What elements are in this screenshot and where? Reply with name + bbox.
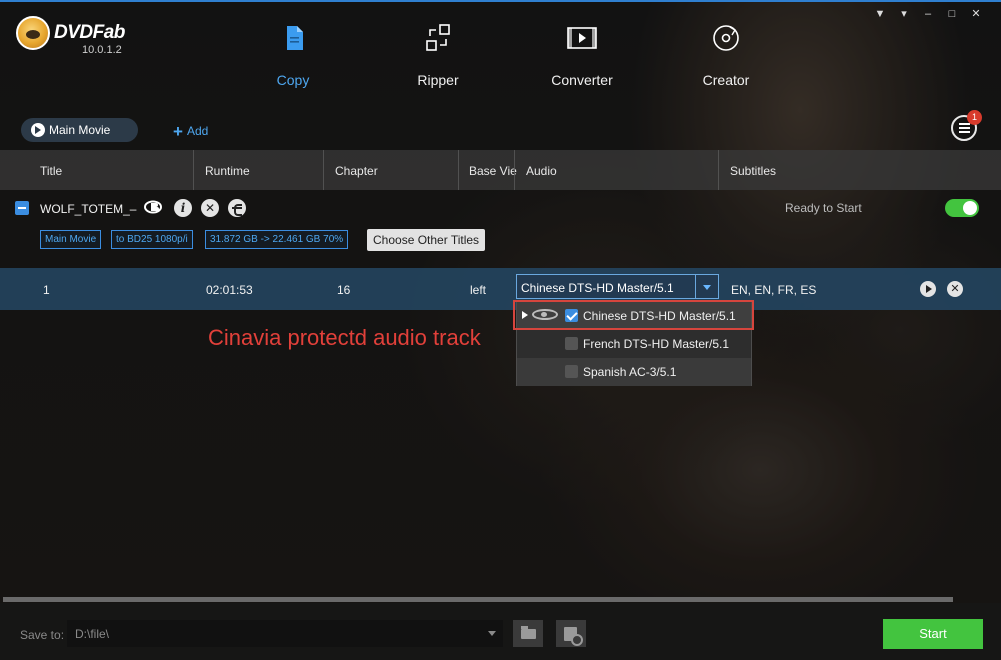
- save-path-input[interactable]: D:\file\: [67, 620, 503, 647]
- play-icon[interactable]: [920, 281, 936, 297]
- table-row[interactable]: 1 02:01:53 16 left EN, EN, FR, ES: [0, 268, 1001, 310]
- enable-toggle[interactable]: [945, 199, 979, 217]
- maximize-icon[interactable]: □: [946, 8, 958, 20]
- chevron-down-icon[interactable]: [695, 275, 718, 298]
- choose-other-titles-button[interactable]: Choose Other Titles: [367, 229, 486, 251]
- mode-tag[interactable]: Main Movie: [40, 230, 102, 249]
- nav-ripper[interactable]: Ripper: [383, 22, 493, 88]
- row-subtitles[interactable]: EN, EN, FR, ES: [731, 283, 816, 297]
- remove-row-icon[interactable]: ✕: [947, 281, 963, 297]
- column-base-view[interactable]: Base Vie: [469, 164, 517, 178]
- column-runtime[interactable]: Runtime: [205, 164, 250, 178]
- nav-creator[interactable]: Creator: [671, 22, 781, 88]
- main-movie-label: Main Movie: [49, 123, 111, 137]
- nav-creator-label: Creator: [702, 72, 750, 88]
- annotation-highlight-box: [513, 300, 754, 330]
- ripper-icon: [422, 22, 454, 54]
- save-iso-button[interactable]: [556, 620, 586, 647]
- window-top-border: [0, 0, 1001, 2]
- chevron-down-icon[interactable]: [488, 631, 496, 636]
- creator-icon: [710, 22, 742, 54]
- collapse-title-button[interactable]: [15, 201, 29, 215]
- table-header: Title Runtime Chapter Base Vie Audio Sub…: [0, 150, 1001, 190]
- audio-option-label: French DTS-HD Master/5.1: [583, 337, 730, 351]
- checkbox-icon[interactable]: [565, 365, 578, 378]
- nav-copy-label: Copy: [276, 72, 310, 88]
- output-tag[interactable]: to BD25 1080p/i: [111, 230, 193, 249]
- size-tag: 31.872 GB -> 22.461 GB 70%: [205, 230, 349, 249]
- audio-option[interactable]: French DTS-HD Master/5.1: [517, 330, 751, 358]
- horizontal-scrollbar[interactable]: [3, 597, 953, 602]
- skin-icon[interactable]: ▼: [874, 8, 886, 20]
- copy-icon: [277, 22, 309, 54]
- app-logo-text: DVDFab: [54, 22, 125, 43]
- list-icon: [959, 123, 970, 125]
- menu-icon[interactable]: ▾: [898, 8, 910, 20]
- add-button[interactable]: + Add: [173, 122, 208, 142]
- row-title: 1: [43, 283, 50, 297]
- nav-converter[interactable]: Converter: [527, 22, 637, 88]
- row-base-view: left: [470, 283, 487, 297]
- iso-file-icon: [564, 627, 583, 646]
- column-audio[interactable]: Audio: [526, 164, 557, 178]
- audio-option-label: Spanish AC-3/5.1: [583, 365, 677, 379]
- dvdfab-logo-icon: [16, 16, 50, 50]
- row-chapter: 16: [337, 283, 351, 297]
- save-to-label: Save to:: [20, 628, 65, 642]
- audio-option[interactable]: Spanish AC-3/5.1: [517, 358, 751, 386]
- play-circle-icon: [31, 123, 45, 137]
- bluray-icon: [144, 200, 162, 218]
- plus-icon: +: [173, 122, 183, 141]
- converter-icon: [566, 22, 598, 54]
- background-image: [0, 0, 1001, 660]
- minimize-icon[interactable]: –: [922, 8, 934, 20]
- audio-select[interactable]: Chinese DTS-HD Master/5.1: [516, 274, 719, 299]
- close-window-icon[interactable]: ✕: [970, 8, 982, 20]
- row-runtime: 02:01:53: [206, 283, 253, 297]
- status-text: Ready to Start: [785, 201, 862, 215]
- column-chapter[interactable]: Chapter: [335, 164, 378, 178]
- column-subtitles[interactable]: Subtitles: [730, 164, 776, 178]
- column-title[interactable]: Title: [40, 164, 62, 178]
- task-count-badge: 1: [967, 110, 982, 125]
- nav-ripper-label: Ripper: [417, 72, 459, 88]
- nav-converter-label: Converter: [551, 72, 613, 88]
- start-button[interactable]: Start: [883, 619, 983, 649]
- folder-icon: [521, 626, 536, 639]
- info-icon[interactable]: i: [174, 199, 192, 217]
- edit-settings-icon[interactable]: [228, 199, 246, 217]
- audio-select-value: Chinese DTS-HD Master/5.1: [521, 281, 674, 295]
- save-path-value: D:\file\: [75, 627, 110, 641]
- annotation-text: Cinavia protectd audio track: [208, 325, 481, 350]
- add-label: Add: [186, 124, 209, 138]
- checkbox-icon[interactable]: [565, 337, 578, 350]
- browse-folder-button[interactable]: [513, 620, 543, 647]
- app-version: 10.0.1.2: [82, 44, 122, 56]
- title-name: WOLF_TOTEM_–: [40, 202, 137, 216]
- remove-title-icon[interactable]: ✕: [201, 199, 219, 217]
- main-movie-button[interactable]: Main Movie: [21, 118, 138, 142]
- nav-copy[interactable]: Copy: [238, 22, 348, 88]
